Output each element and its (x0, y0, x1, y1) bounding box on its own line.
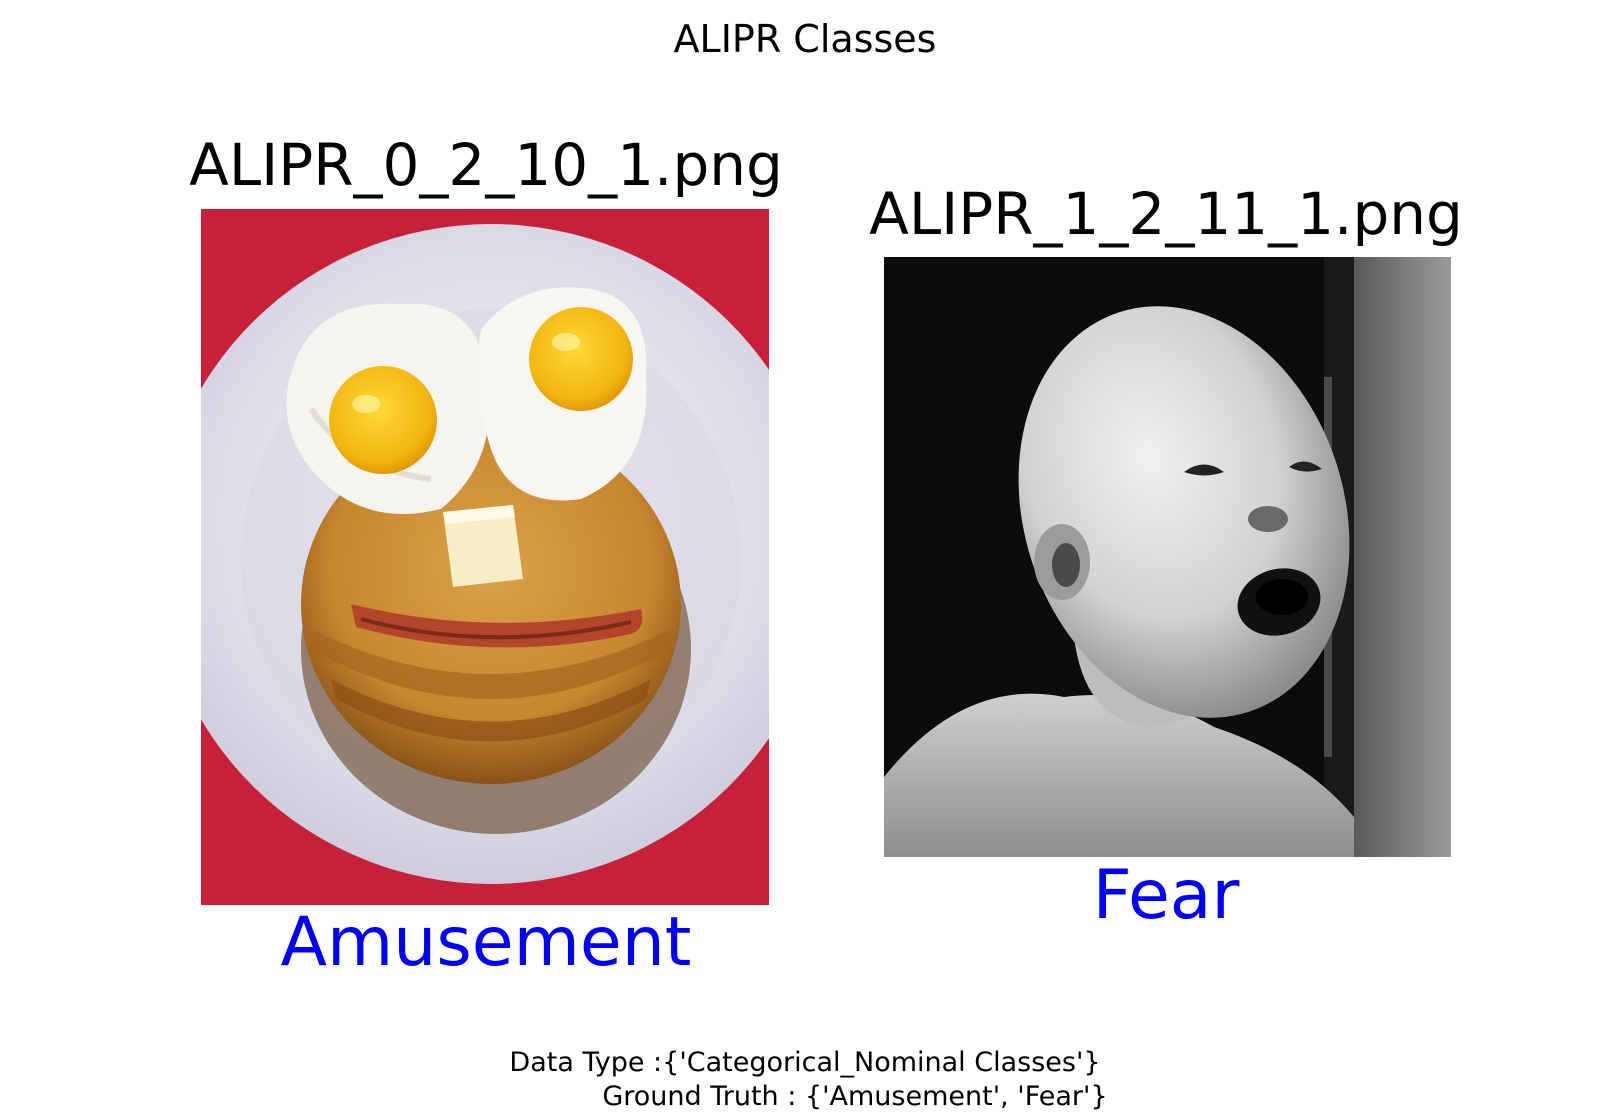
data-type-caption: Data Type :{'Categorical_Nominal Classes… (509, 1047, 1101, 1078)
figure-title: ALIPR Classes (673, 17, 937, 61)
panel-2-image (884, 257, 1451, 857)
panel-1-image (201, 209, 769, 905)
ground-truth-caption: Ground Truth : {'Amusement', 'Fear'} (602, 1081, 1108, 1112)
panel-1-class-label: Amusement (280, 903, 692, 982)
panel-2-filename: ALIPR_1_2_11_1.png (869, 180, 1463, 248)
panel-2-class-label: Fear (1092, 856, 1240, 935)
panel-1-filename: ALIPR_0_2_10_1.png (189, 131, 783, 199)
